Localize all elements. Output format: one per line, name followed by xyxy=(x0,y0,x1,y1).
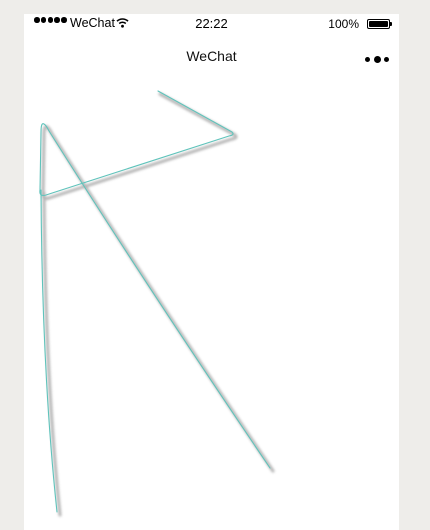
more-dots-icon[interactable] xyxy=(365,54,389,64)
navigation-bar: WeChat xyxy=(24,42,399,72)
battery-percent: 100% xyxy=(328,17,359,31)
battery-icon xyxy=(367,19,392,29)
stroke-shadow xyxy=(41,92,275,517)
status-bar: WeChat 22:22 100% xyxy=(24,14,399,34)
drawing-canvas[interactable] xyxy=(24,72,399,530)
page-title: WeChat xyxy=(186,48,237,64)
phone-screen: WeChat 22:22 100% WeChat xyxy=(24,14,399,530)
handwritten-stroke xyxy=(39,90,271,513)
